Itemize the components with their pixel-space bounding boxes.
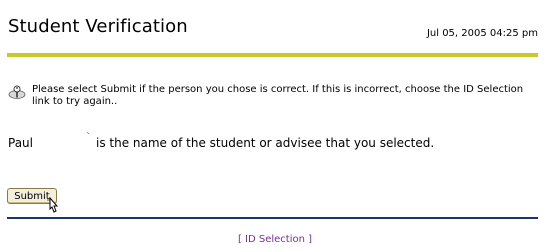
info-message: Please select Submit if the person you c… xyxy=(8,84,536,108)
mouse-cursor-icon xyxy=(47,196,59,213)
page-title: Student Verification xyxy=(8,16,188,37)
id-selection-link[interactable]: ID Selection xyxy=(245,234,305,245)
header-divider xyxy=(7,53,538,57)
student-mark: ` xyxy=(86,132,91,143)
student-sentence: is the name of the student or advisee th… xyxy=(96,136,435,150)
footer-divider xyxy=(7,217,538,219)
student-name: Paul xyxy=(8,136,33,150)
footer-nav: [ ID Selection ] xyxy=(0,234,550,245)
timestamp: Jul 05, 2005 04:25 pm xyxy=(426,28,538,39)
info-icon xyxy=(8,85,26,99)
info-text: Please select Submit if the person you c… xyxy=(32,84,524,107)
bracket-close: ] xyxy=(308,234,313,245)
bracket-open: [ xyxy=(237,234,242,245)
